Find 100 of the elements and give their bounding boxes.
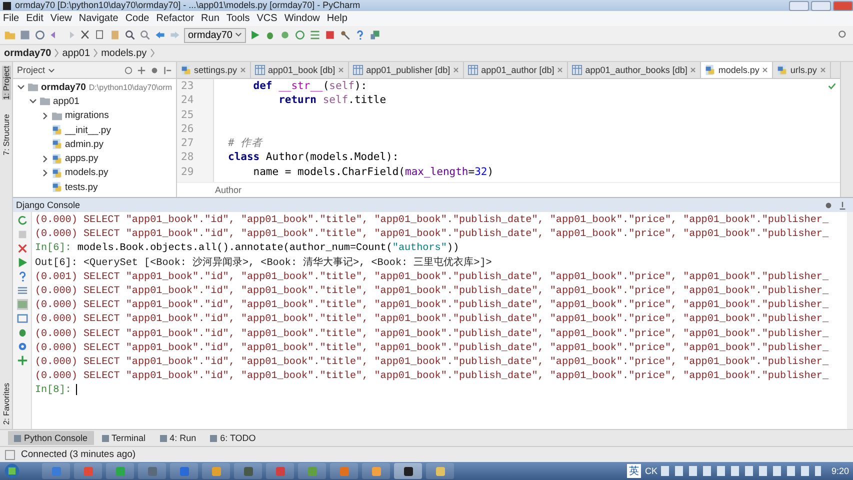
chevron-right-icon[interactable] xyxy=(41,168,49,177)
hide-icon[interactable] xyxy=(163,66,172,74)
replace-icon[interactable] xyxy=(139,29,151,41)
tool-tab[interactable]: Python Console xyxy=(8,431,94,445)
panel-title: Django Console xyxy=(16,200,80,210)
tray-icons[interactable] xyxy=(661,466,822,476)
close-button[interactable] xyxy=(833,0,853,10)
project-view-dropdown[interactable]: Project xyxy=(17,65,55,75)
close-icon[interactable] xyxy=(557,67,564,73)
menu-item[interactable]: Edit xyxy=(26,13,44,24)
target-icon[interactable] xyxy=(124,66,133,74)
line-number: 24 xyxy=(180,93,195,108)
tool-window-tab[interactable]: 7: Structure xyxy=(2,114,10,156)
tree-item[interactable]: apps.py xyxy=(65,153,98,164)
tools-icon[interactable] xyxy=(339,29,352,41)
cut-icon[interactable] xyxy=(79,29,91,41)
python-file-icon xyxy=(705,65,716,75)
line-number: 27 xyxy=(180,136,195,150)
menu-item[interactable]: Run xyxy=(201,13,220,24)
menu-item[interactable]: View xyxy=(50,13,72,24)
restore-button[interactable] xyxy=(811,0,831,10)
editor-tab[interactable]: app01_author [db] xyxy=(464,62,568,78)
rerun-icon[interactable] xyxy=(16,215,28,226)
close-icon[interactable] xyxy=(690,67,696,73)
editor-tab[interactable]: app01_publisher [db] xyxy=(349,62,464,78)
menu-item[interactable]: Navigate xyxy=(78,13,118,24)
stop-icon[interactable] xyxy=(324,29,336,41)
list-icon[interactable] xyxy=(16,285,28,296)
caret-icon xyxy=(48,68,55,74)
caret-icon xyxy=(235,32,242,38)
plus-icon[interactable] xyxy=(16,355,28,366)
save-icon[interactable] xyxy=(19,29,31,41)
breadcrumb-item[interactable]: app01 xyxy=(62,48,90,58)
status-icon xyxy=(5,450,15,460)
editor-tab[interactable]: urls.py xyxy=(773,62,831,78)
menu-item[interactable]: Help xyxy=(326,13,348,24)
run-icon[interactable] xyxy=(249,29,262,41)
plus-icon[interactable] xyxy=(137,66,146,74)
start-button[interactable] xyxy=(4,463,20,479)
chevron-right-icon xyxy=(54,48,60,58)
copy-icon[interactable] xyxy=(94,29,106,41)
taskbar-app-button[interactable] xyxy=(394,463,422,479)
tree-item[interactable]: migrations xyxy=(65,110,109,122)
chevron-right-icon xyxy=(93,48,98,58)
database-icon[interactable] xyxy=(369,29,382,41)
tree-item[interactable]: models.py xyxy=(65,167,108,178)
back-arrow-icon[interactable] xyxy=(154,29,166,41)
menu-item[interactable]: Window xyxy=(284,13,320,24)
code-line: def __str__(self): xyxy=(252,80,368,92)
close-icon[interactable] xyxy=(762,67,768,73)
close-icon[interactable] xyxy=(453,67,460,73)
close-icon[interactable] xyxy=(240,67,246,73)
table-icon xyxy=(468,65,478,75)
tree-item[interactable]: admin.py xyxy=(65,138,104,150)
chevron-right-icon[interactable] xyxy=(41,112,49,120)
tool-tab[interactable]: Terminal xyxy=(96,431,152,445)
tree-item[interactable]: app01 xyxy=(53,96,80,107)
breadcrumb-item[interactable]: models.py xyxy=(101,48,147,58)
console-output-line: (0.000) SELECT "app01_book"."id", "app01_book"."title", "app01_book"."publish_date", "app01_book"."price", "app01_book"."publisher_ xyxy=(35,356,830,370)
code-breadcrumb[interactable]: Author xyxy=(215,185,242,195)
window-icon[interactable] xyxy=(16,313,28,324)
console-output-line: (0.000) SELECT "app01_book"."id", "app01_book"."title", "app01_book"."publish_date", "app01_book"."price", "app01_book"."publisher_ xyxy=(35,342,830,356)
menu-item[interactable]: Refactor xyxy=(156,13,194,24)
project-path: D:\python10\day70\orm xyxy=(88,82,172,92)
chevron-right-icon[interactable] xyxy=(41,154,49,163)
python-file-icon xyxy=(52,139,62,150)
tool-window-tab[interactable]: 1: Project xyxy=(2,66,10,100)
tree-item[interactable]: tests.py xyxy=(65,182,98,193)
tree-item[interactable]: __init__.py xyxy=(65,124,111,136)
menu-item[interactable]: VCS xyxy=(256,13,278,24)
list-icon[interactable] xyxy=(309,29,322,41)
clock[interactable]: 9:20 xyxy=(831,466,849,476)
editor-tab[interactable]: settings.py xyxy=(177,62,252,78)
tool-tab[interactable]: 4: Run xyxy=(154,431,202,445)
editor-tab[interactable]: app01_book [db] xyxy=(251,62,350,78)
hide-icon[interactable] xyxy=(838,200,847,210)
tray-text[interactable]: CK xyxy=(644,466,658,476)
run-configuration-dropdown[interactable]: ormday70 xyxy=(184,28,246,42)
chevron-down-icon[interactable] xyxy=(29,97,37,106)
run-icon[interactable] xyxy=(16,257,28,268)
close-icon[interactable] xyxy=(338,67,344,73)
variables-icon[interactable] xyxy=(16,299,28,310)
tree-item[interactable]: ormday70 xyxy=(41,82,86,93)
menu-item[interactable]: Tools xyxy=(226,13,250,24)
folder-icon[interactable] xyxy=(4,29,16,41)
python-file-icon xyxy=(52,182,62,192)
tool-tab[interactable]: 6: TODO xyxy=(204,431,262,445)
close-icon[interactable] xyxy=(16,243,28,254)
minimize-button[interactable] xyxy=(789,0,809,10)
menu-item[interactable]: Code xyxy=(125,13,150,24)
tool-window-tab[interactable]: 2: Favorites xyxy=(2,383,10,425)
console-output-line: (0.000) SELECT "app01_book"."id", "app01_book"."title", "app01_book"."publish_date", "app01_book"."price", "app01_book"."publisher_ xyxy=(35,284,830,299)
close-icon[interactable] xyxy=(820,67,826,73)
input-method-indicator[interactable]: 英 xyxy=(626,464,641,478)
console-output-line: (0.000) SELECT "app01_book"."id", "app01_book"."title", "app01_book"."publish_date", "app01_book"."price", "app01_book"."publisher_ xyxy=(35,370,830,384)
editor-tab[interactable]: models.py xyxy=(701,62,774,78)
breadcrumb-item[interactable]: ormday70 xyxy=(4,48,52,58)
help-icon[interactable] xyxy=(16,271,28,282)
menu-item[interactable]: File xyxy=(3,13,20,24)
chevron-down-icon[interactable] xyxy=(17,83,25,92)
